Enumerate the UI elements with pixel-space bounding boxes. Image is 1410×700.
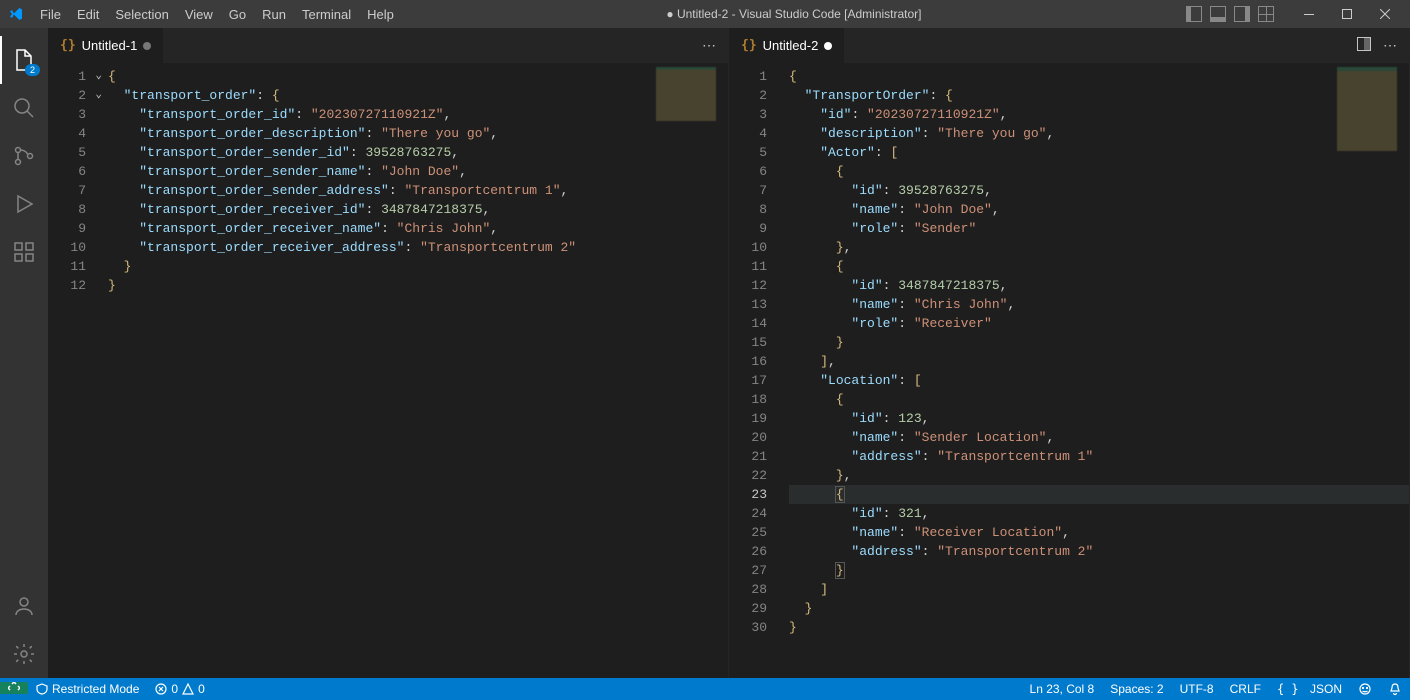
language-mode[interactable]: { } JSON [1269, 682, 1350, 696]
toggle-panel-bottom-icon[interactable] [1210, 6, 1226, 22]
toggle-panel-right-icon[interactable] [1234, 6, 1250, 22]
menu-bar: File Edit Selection View Go Run Terminal… [32, 3, 402, 26]
minimize-button[interactable] [1290, 0, 1328, 28]
code-right[interactable]: { "TransportOrder": { "id": "20230727110… [785, 63, 1409, 678]
tab-label: Untitled-1 [82, 38, 138, 53]
cursor-position[interactable]: Ln 23, Col 8 [1022, 682, 1103, 696]
tab-untitled-2[interactable]: {} Untitled-2 [729, 28, 845, 63]
editor-groups: {} Untitled-1 ⋯ 1⌄ 2⌄ 3 4 5 6 7 8 9 10 1… [48, 28, 1410, 678]
maximize-button[interactable] [1328, 0, 1366, 28]
status-bar: Restricted Mode 0 0 Ln 23, Col 8 Spaces:… [0, 678, 1410, 700]
remote-indicator[interactable] [0, 682, 28, 694]
fold-icon[interactable]: ⌄ [95, 86, 102, 105]
customize-layout-icon[interactable] [1258, 6, 1274, 22]
split-editor-icon[interactable] [1357, 37, 1371, 54]
tab-bar-right: {} Untitled-2 ⋯ [729, 28, 1409, 63]
activity-bar: 2 [0, 28, 48, 678]
toggle-panel-left-icon[interactable] [1186, 6, 1202, 22]
notifications-icon[interactable] [1380, 682, 1410, 696]
menu-file[interactable]: File [32, 3, 69, 26]
code-left[interactable]: { "transport_order": { "transport_order_… [104, 63, 728, 678]
menu-terminal[interactable]: Terminal [294, 3, 359, 26]
explorer-icon[interactable]: 2 [0, 36, 48, 84]
json-file-icon: {} [741, 38, 757, 53]
close-button[interactable] [1366, 0, 1404, 28]
layout-toggles [1186, 6, 1274, 22]
more-actions-icon[interactable]: ⋯ [702, 37, 716, 54]
dirty-indicator [143, 42, 151, 50]
search-icon[interactable] [0, 84, 48, 132]
editor-group-left: {} Untitled-1 ⋯ 1⌄ 2⌄ 3 4 5 6 7 8 9 10 1… [48, 28, 729, 678]
indentation[interactable]: Spaces: 2 [1102, 682, 1171, 696]
menu-edit[interactable]: Edit [69, 3, 107, 26]
encoding[interactable]: UTF-8 [1172, 682, 1222, 696]
run-debug-icon[interactable] [0, 180, 48, 228]
gutter-left: 1⌄ 2⌄ 3 4 5 6 7 8 9 10 11 12 [48, 63, 104, 678]
source-control-icon[interactable] [0, 132, 48, 180]
menu-help[interactable]: Help [359, 3, 402, 26]
menu-run[interactable]: Run [254, 3, 294, 26]
more-actions-icon[interactable]: ⋯ [1383, 37, 1397, 54]
tab-label: Untitled-2 [763, 38, 819, 53]
tab-untitled-1[interactable]: {} Untitled-1 [48, 28, 164, 63]
accounts-icon[interactable] [0, 582, 48, 630]
dirty-indicator [824, 42, 832, 50]
fold-icon[interactable]: ⌄ [95, 67, 102, 86]
editor-group-right: {} Untitled-2 ⋯ 1 2 3 4 5 6 7 8 9 10 11 … [729, 28, 1410, 678]
problems[interactable]: 0 0 [147, 682, 212, 696]
explorer-badge: 2 [25, 64, 40, 76]
editor-right[interactable]: 1 2 3 4 5 6 7 8 9 10 11 12 13 14 15 16 1… [729, 63, 1409, 678]
json-file-icon: {} [60, 38, 76, 53]
title-bar: File Edit Selection View Go Run Terminal… [0, 0, 1410, 28]
window-controls [1290, 0, 1404, 28]
extensions-icon[interactable] [0, 228, 48, 276]
window-title: ● Untitled-2 - Visual Studio Code [Admin… [402, 7, 1186, 21]
menu-selection[interactable]: Selection [107, 3, 176, 26]
menu-view[interactable]: View [177, 3, 221, 26]
eol[interactable]: CRLF [1222, 682, 1269, 696]
vscode-logo [8, 6, 24, 22]
restricted-mode[interactable]: Restricted Mode [28, 682, 147, 696]
gutter-right: 1 2 3 4 5 6 7 8 9 10 11 12 13 14 15 16 1… [729, 63, 785, 678]
editor-left[interactable]: 1⌄ 2⌄ 3 4 5 6 7 8 9 10 11 12 { "transpor… [48, 63, 728, 678]
tab-bar-left: {} Untitled-1 ⋯ [48, 28, 728, 63]
settings-icon[interactable] [0, 630, 48, 678]
feedback-icon[interactable] [1350, 682, 1380, 696]
menu-go[interactable]: Go [221, 3, 254, 26]
